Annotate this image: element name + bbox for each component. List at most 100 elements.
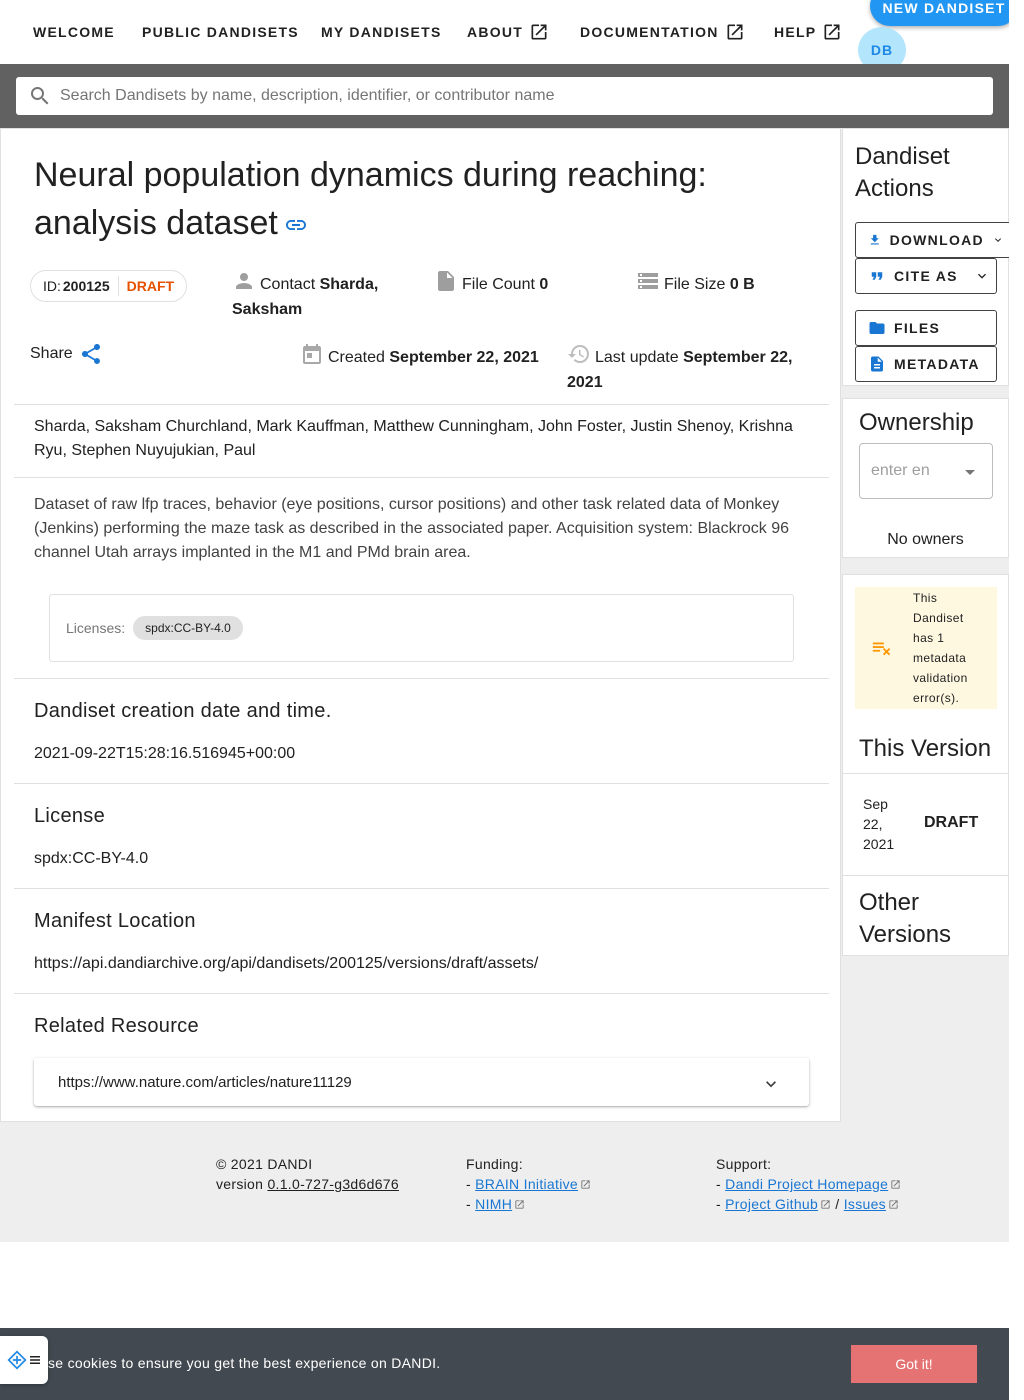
search-input[interactable] [60, 87, 960, 105]
list-dash: - [716, 1196, 721, 1212]
nav-about[interactable]: ABOUT [467, 22, 549, 42]
accessibility-widget-button[interactable] [0, 1336, 48, 1384]
search-icon [31, 87, 49, 105]
dandiset-main-card: Neural population dynamics during reachi… [0, 128, 841, 1122]
nav-welcome-label: WELCOME [33, 24, 115, 40]
dropdown-caret-icon [965, 470, 975, 475]
related-resource-panel[interactable]: https://www.nature.com/articles/nature11… [34, 1058, 809, 1106]
brain-initiative-link[interactable]: BRAIN Initiative [475, 1176, 578, 1192]
cite-label: CITE AS [894, 268, 958, 284]
share-button[interactable]: Share [30, 342, 103, 366]
footer-funding-col: Funding: - BRAIN Initiative - NIMH [466, 1154, 591, 1214]
funding-label: Funding: [466, 1156, 523, 1172]
nimh-link[interactable]: NIMH [475, 1196, 512, 1212]
nav-help[interactable]: HELP [774, 22, 842, 42]
external-link-icon [727, 24, 743, 40]
file-size-label: File Size [664, 276, 726, 293]
divider [14, 404, 829, 405]
link-separator: / [835, 1196, 840, 1212]
version-link[interactable]: 0.1.0-727-g3d6d676 [267, 1176, 399, 1192]
contact-info: Contact Sharda, Saksham [232, 269, 407, 322]
document-icon [871, 356, 883, 372]
id-label: ID: [43, 278, 61, 294]
cite-as-button[interactable]: CITE AS [855, 258, 997, 294]
new-dandiset-button[interactable]: NEW DANDISET [870, 0, 1018, 26]
chevron-down-icon [978, 273, 986, 279]
cookie-accept-button[interactable]: Got it! [851, 1345, 977, 1383]
version-label: version [216, 1176, 264, 1192]
scrollbar-track[interactable] [1009, 0, 1024, 1400]
list-dash: - [466, 1176, 471, 1192]
download-button[interactable]: DOWNLOAD [855, 222, 1011, 258]
related-resource-heading: Related Resource [34, 1015, 199, 1037]
cookie-text: se cookies to ensure you get the best ex… [48, 1355, 441, 1371]
metadata-label: METADATA [894, 356, 980, 372]
created-label: Created [328, 349, 385, 366]
nav-public-dandisets[interactable]: PUBLIC DANDISETS [142, 22, 299, 42]
contributors-list: Sharda, Saksham Churchland, Mark Kauffma… [34, 418, 793, 459]
last-update-info: Last update September 22, 2021 [567, 342, 807, 395]
accessibility-icon [7, 1350, 27, 1370]
dandiset-title: Neural population dynamics during reachi… [34, 151, 814, 247]
share-icon [81, 344, 100, 364]
support-label: Support: [716, 1156, 772, 1172]
dandi-homepage-link[interactable]: Dandi Project Homepage [725, 1176, 888, 1192]
metadata-button[interactable]: METADATA [855, 346, 997, 382]
quote-icon [871, 272, 883, 280]
funding-item: - NIMH [466, 1194, 591, 1214]
validation-warning[interactable]: This Dandiset has 1 metadata validation … [855, 587, 997, 709]
share-label: Share [30, 345, 73, 362]
divider [14, 888, 829, 889]
playlist-remove-icon [872, 642, 891, 656]
chevron-down-icon [766, 1081, 776, 1088]
external-link-icon [531, 24, 547, 40]
folder-icon [869, 322, 885, 334]
nav-welcome[interactable]: WELCOME [33, 22, 115, 42]
nav-about-label: ABOUT [467, 24, 524, 40]
external-link-icon [824, 24, 840, 40]
license-heading: License [34, 805, 106, 827]
manifest-heading: Manifest Location [34, 910, 196, 932]
file-count-label: File Count [462, 276, 535, 293]
owner-select-placeholder: enter en [871, 462, 930, 479]
this-version-heading: This Version [859, 735, 992, 762]
divider [843, 875, 1008, 876]
calendar-icon [303, 344, 321, 364]
created-info: Created September 22, 2021 [300, 342, 539, 370]
search-box [16, 77, 993, 115]
licenses-label: Licenses: [66, 620, 126, 636]
external-link-icon [891, 1180, 900, 1189]
owner-select[interactable]: enter en [859, 443, 993, 499]
version-line: version 0.1.0-727-g3d6d676 [216, 1174, 399, 1194]
history-icon [568, 345, 589, 363]
id-status-chip: ID: 200125 DRAFT [30, 270, 188, 302]
chip-separator [117, 276, 119, 296]
footer-support-col: Support: - Dandi Project Homepage - Proj… [716, 1154, 901, 1214]
dandiset-title-text: Neural population dynamics during reachi… [34, 156, 707, 242]
download-icon [870, 234, 879, 245]
footer: © 2021 DANDI version 0.1.0-727-g3d6d676 … [0, 1122, 1009, 1242]
download-label: DOWNLOAD [889, 232, 984, 248]
project-github-link[interactable]: Project Github [725, 1196, 818, 1212]
dandiset-id: 200125 [62, 278, 110, 294]
issues-link[interactable]: Issues [844, 1196, 886, 1212]
storage-icon [638, 273, 658, 289]
version-row-draft[interactable]: Sep 22, 2021 DRAFT [843, 774, 1008, 875]
files-button[interactable]: FILES [855, 310, 997, 346]
updated-label: Last update [595, 349, 679, 366]
search-bar-region [0, 64, 1009, 128]
support-item: - Project Github / Issues [716, 1194, 901, 1214]
contact-label: Contact [260, 276, 316, 293]
dandiset-actions-card: Dandiset Actions DOWNLOAD CITE AS FILES … [842, 128, 1011, 386]
link-icon[interactable] [284, 213, 308, 237]
nav-help-label: HELP [774, 24, 817, 40]
cookie-banner: se cookies to ensure you get the best ex… [0, 1328, 1009, 1400]
nav-my-dandisets[interactable]: MY DANDISETS [321, 22, 442, 42]
other-versions-heading: Other Versions [859, 889, 952, 948]
created-date: September 22, 2021 [389, 349, 539, 366]
file-count-info: File Count 0 [434, 269, 548, 297]
file-size: 0 B [729, 276, 755, 293]
nav-documentation[interactable]: DOCUMENTATION [580, 22, 745, 42]
ownership-card: Ownership enter en No owners [842, 398, 1009, 558]
creation-value: 2021-09-22T15:28:16.516945+00:00 [34, 745, 296, 762]
